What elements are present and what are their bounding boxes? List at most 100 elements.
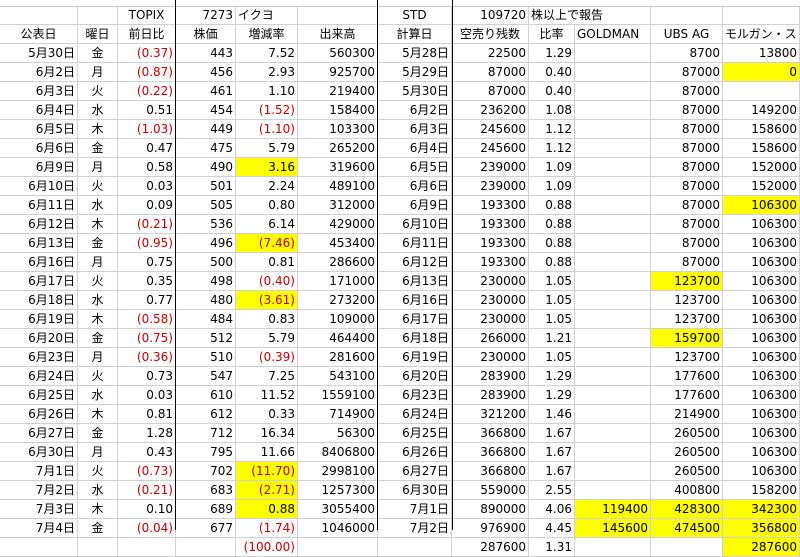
cell-short[interactable]: 976900 — [452, 519, 529, 538]
cell-ubs[interactable]: 177600 — [651, 386, 723, 405]
cell-gs[interactable] — [575, 462, 651, 481]
cell-ms[interactable]: 158200 — [723, 481, 800, 500]
cell-vol[interactable]: 312000 — [298, 196, 378, 215]
cell-topix[interactable] — [118, 538, 176, 557]
cell-chg[interactable]: (7.46) — [236, 234, 298, 253]
column-header-calc[interactable]: 計算日 — [378, 25, 452, 44]
cell-ms[interactable]: 0 — [723, 63, 800, 82]
cell-gs[interactable] — [575, 44, 651, 63]
cell-vol[interactable]: 3055400 — [298, 500, 378, 519]
cell-date[interactable]: 6月5日 — [0, 120, 78, 139]
cell-topix[interactable]: (0.04) — [118, 519, 176, 538]
cell-calc[interactable]: 6月3日 — [378, 120, 452, 139]
cell-short[interactable]: 890000 — [452, 500, 529, 519]
cell-vol[interactable]: 925700 — [298, 63, 378, 82]
cell-calc[interactable]: 5月30日 — [378, 82, 452, 101]
cell-short[interactable]: 87000 — [452, 63, 529, 82]
column-header-vol[interactable]: 出来高 — [298, 25, 378, 44]
cell-price[interactable]: 536 — [176, 215, 236, 234]
cell-chg[interactable]: 7.52 — [236, 44, 298, 63]
cell-gs[interactable] — [575, 158, 651, 177]
cell-vol[interactable]: 489100 — [298, 177, 378, 196]
cell-calc[interactable]: 6月10日 — [378, 215, 452, 234]
cell-price[interactable]: 454 — [176, 101, 236, 120]
cell-ratio[interactable]: 1.08 — [529, 101, 575, 120]
cell-price[interactable]: 610 — [176, 386, 236, 405]
header-row1-empty[interactable] — [723, 6, 800, 25]
cell-chg[interactable]: (1.10) — [236, 120, 298, 139]
cell-vol[interactable]: 8406800 — [298, 443, 378, 462]
cell-dow[interactable]: 月 — [78, 443, 118, 462]
cell-ubs[interactable]: 87000 — [651, 215, 723, 234]
cell-ubs[interactable]: 428300 — [651, 500, 723, 519]
cell-topix[interactable]: 0.47 — [118, 139, 176, 158]
cell-gs[interactable] — [575, 443, 651, 462]
cell-date[interactable]: 6月27日 — [0, 424, 78, 443]
cell-dow[interactable]: 水 — [78, 196, 118, 215]
cell-price[interactable]: 795 — [176, 443, 236, 462]
cell-chg[interactable]: (1.74) — [236, 519, 298, 538]
cell-date[interactable]: 6月10日 — [0, 177, 78, 196]
cell-calc[interactable]: 6月17日 — [378, 310, 452, 329]
cell-chg[interactable]: 11.52 — [236, 386, 298, 405]
cell-dow[interactable] — [78, 538, 118, 557]
cell-ms[interactable]: 158600 — [723, 120, 800, 139]
cell-vol[interactable] — [298, 538, 378, 557]
cell-price[interactable]: 480 — [176, 291, 236, 310]
cell-ubs[interactable]: 474500 — [651, 519, 723, 538]
cell-ubs[interactable]: 87000 — [651, 158, 723, 177]
cell-calc[interactable]: 6月19日 — [378, 348, 452, 367]
cell-vol[interactable]: 453400 — [298, 234, 378, 253]
cell-topix[interactable]: 1.28 — [118, 424, 176, 443]
cell-topix[interactable]: 0.10 — [118, 500, 176, 519]
cell-ms[interactable]: 13800 — [723, 44, 800, 63]
cell-price[interactable]: 689 — [176, 500, 236, 519]
cell-topix[interactable]: (0.21) — [118, 215, 176, 234]
cell-dow[interactable]: 木 — [78, 120, 118, 139]
cell-chg[interactable]: 5.79 — [236, 329, 298, 348]
cell-topix[interactable]: (0.36) — [118, 348, 176, 367]
cell-ubs[interactable]: 87000 — [651, 139, 723, 158]
cell-gs[interactable] — [575, 120, 651, 139]
cell-gs[interactable] — [575, 367, 651, 386]
column-header-price[interactable]: 株価 — [176, 25, 236, 44]
cell-ubs[interactable]: 8700 — [651, 44, 723, 63]
cell-price[interactable] — [176, 538, 236, 557]
cell-ms[interactable]: 106300 — [723, 405, 800, 424]
column-header-chg[interactable]: 増減率 — [236, 25, 298, 44]
cell-calc[interactable]: 5月28日 — [378, 44, 452, 63]
cell-dow[interactable]: 水 — [78, 386, 118, 405]
cell-vol[interactable]: 281600 — [298, 348, 378, 367]
cell-chg[interactable]: 3.16 — [236, 158, 298, 177]
column-header-dow[interactable]: 曜日 — [78, 25, 118, 44]
cell-dow[interactable]: 月 — [78, 63, 118, 82]
cell-ms[interactable]: 106300 — [723, 329, 800, 348]
cell-calc[interactable]: 6月13日 — [378, 272, 452, 291]
cell-gs[interactable] — [575, 272, 651, 291]
cell-gs[interactable] — [575, 177, 651, 196]
cell-chg[interactable]: (0.39) — [236, 348, 298, 367]
cell-ratio[interactable]: 1.05 — [529, 272, 575, 291]
cell-price[interactable]: 500 — [176, 253, 236, 272]
cell-gs[interactable] — [575, 405, 651, 424]
header-row1-empty[interactable] — [298, 6, 378, 25]
cell-ratio[interactable]: 0.88 — [529, 253, 575, 272]
cell-vol[interactable]: 109000 — [298, 310, 378, 329]
cell-calc[interactable]: 6月11日 — [378, 234, 452, 253]
cell-chg[interactable]: 7.25 — [236, 367, 298, 386]
cell-date[interactable]: 6月20日 — [0, 329, 78, 348]
cell-calc[interactable] — [378, 538, 452, 557]
cell-chg[interactable]: (11.70) — [236, 462, 298, 481]
cell-ratio[interactable]: 1.09 — [529, 177, 575, 196]
cell-calc[interactable]: 6月30日 — [378, 481, 452, 500]
header-row1-empty[interactable] — [651, 6, 723, 25]
cell-gs[interactable] — [575, 139, 651, 158]
cell-short[interactable]: 230000 — [452, 348, 529, 367]
cell-date[interactable]: 7月4日 — [0, 519, 78, 538]
cell-gs[interactable] — [575, 386, 651, 405]
cell-short[interactable]: 193300 — [452, 253, 529, 272]
cell-price[interactable]: 547 — [176, 367, 236, 386]
cell-gs[interactable]: 145600 — [575, 519, 651, 538]
cell-short[interactable]: 87000 — [452, 82, 529, 101]
cell-price[interactable]: 498 — [176, 272, 236, 291]
